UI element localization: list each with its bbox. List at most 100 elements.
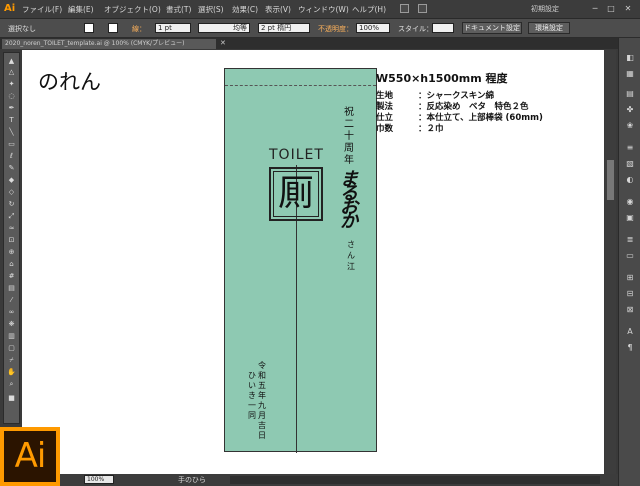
- gradient-tool-icon[interactable]: ▤: [6, 284, 17, 292]
- free-transform-tool-icon[interactable]: ⊡: [6, 236, 17, 244]
- close-window-button[interactable]: ✕: [622, 3, 634, 14]
- align-panel-icon[interactable]: ⊞: [625, 274, 635, 282]
- stroke-weight-field[interactable]: 1 pt: [155, 23, 191, 33]
- pathfinder-panel-icon[interactable]: ⊟: [625, 290, 635, 298]
- slice-tool-icon[interactable]: ⌿: [6, 356, 17, 364]
- noren-banner[interactable]: 祝二十周年 TOILET 厠 まるおか さん江 令和五年九月吉日 ひいき一同: [224, 68, 377, 453]
- maximize-button[interactable]: □: [605, 3, 617, 14]
- pencil-tool-icon[interactable]: ✎: [6, 164, 17, 172]
- close-tab-icon[interactable]: ✕: [220, 39, 226, 47]
- menu-object[interactable]: オブジェクト(O): [104, 4, 161, 15]
- color-guide-panel-icon[interactable]: ▦: [625, 70, 635, 78]
- menu-effect[interactable]: 効果(C): [232, 4, 258, 15]
- transform-panel-icon[interactable]: ⊠: [625, 306, 635, 314]
- width-tool-icon[interactable]: ≈: [6, 224, 17, 232]
- appearance-panel-icon[interactable]: ◉: [625, 198, 635, 206]
- app-badge: Ai: [0, 427, 60, 486]
- current-tool-status[interactable]: 手のひら: [178, 475, 206, 485]
- fill-swatch[interactable]: [84, 23, 94, 33]
- recipient-text: さん江: [347, 240, 355, 271]
- kanji-frame: 厠: [269, 167, 323, 221]
- document-tab[interactable]: 2020_noren_TOILET_template.ai @ 100% (CM…: [2, 39, 216, 49]
- selection-tool-icon[interactable]: ▲: [6, 57, 17, 65]
- brush-definition[interactable]: 2 pt 楕円: [258, 23, 310, 33]
- brushes-panel-icon[interactable]: ✤: [625, 106, 635, 114]
- arrange-documents-icon[interactable]: [418, 4, 427, 13]
- layers-panel-icon[interactable]: ≣: [625, 236, 635, 244]
- variable-width-profile[interactable]: 均等: [198, 23, 250, 33]
- menu-help[interactable]: ヘルプ(H): [352, 4, 386, 15]
- lasso-tool-icon[interactable]: ◌: [6, 92, 17, 100]
- rectangle-tool-icon[interactable]: ▭: [6, 140, 17, 148]
- eyedropper-tool-icon[interactable]: ⁄: [6, 296, 17, 304]
- stroke-label[interactable]: 線：: [132, 24, 146, 34]
- line-tool-icon[interactable]: ╲: [6, 128, 17, 136]
- opacity-label[interactable]: 不透明度：: [318, 24, 353, 34]
- rotate-tool-icon[interactable]: ↻: [6, 200, 17, 208]
- blob-brush-tool-icon[interactable]: ◆: [6, 176, 17, 184]
- menu-file[interactable]: ファイル(F): [22, 4, 62, 15]
- gradient-panel-icon[interactable]: ▧: [625, 160, 635, 168]
- spec-value: ：２巾: [418, 124, 444, 134]
- artboards-panel-icon[interactable]: ▭: [625, 252, 635, 260]
- bridge-icon[interactable]: [400, 4, 409, 13]
- perspective-grid-tool-icon[interactable]: ⌂: [6, 260, 17, 268]
- spec-row: 生地 ：シャークスキン綿: [376, 89, 596, 101]
- hand-tool-icon[interactable]: ✋: [6, 368, 17, 376]
- symbol-sprayer-tool-icon[interactable]: ❋: [6, 320, 17, 328]
- magic-wand-tool-icon[interactable]: ✦: [6, 80, 17, 88]
- document-tab-bar: 2020_noren_TOILET_template.ai @ 100% (CM…: [0, 38, 620, 49]
- stroke-swatch[interactable]: [108, 23, 118, 33]
- swatches-panel-icon[interactable]: ▤: [625, 90, 635, 98]
- paragraph-panel-icon[interactable]: ¶: [625, 344, 635, 352]
- menu-view[interactable]: 表示(V): [265, 4, 291, 15]
- opacity-field[interactable]: 100%: [356, 23, 390, 33]
- app-badge-logo: Ai: [4, 431, 56, 482]
- artboard-title: のれん: [38, 70, 101, 94]
- workspace-switcher[interactable]: 初期設定: [531, 4, 587, 14]
- color-panel-icon[interactable]: ◧: [625, 54, 635, 62]
- eraser-tool-icon[interactable]: ◇: [6, 188, 17, 196]
- menu-edit[interactable]: 編集(E): [68, 4, 94, 15]
- column-graph-tool-icon[interactable]: ▥: [6, 332, 17, 340]
- spec-row: 巾数 ：２巾: [376, 122, 596, 134]
- document-setup-button[interactable]: ドキュメント設定: [462, 22, 522, 34]
- zoom-tool-icon[interactable]: ⌕: [6, 380, 17, 388]
- celebration-text: 祝二十周年: [344, 107, 354, 166]
- spec-row: 仕立 ：本仕立て、上部棒袋 (60mm): [376, 111, 596, 123]
- vertical-scroll-thumb[interactable]: [607, 160, 614, 200]
- menu-window[interactable]: ウィンドウ(W): [298, 4, 349, 15]
- scale-tool-icon[interactable]: ⤢: [6, 212, 17, 220]
- mesh-tool-icon[interactable]: #: [6, 272, 17, 280]
- blend-tool-icon[interactable]: ∞: [6, 308, 17, 316]
- horizontal-scrollbar[interactable]: [230, 476, 600, 484]
- stroke-panel-icon[interactable]: ≡: [625, 144, 635, 152]
- spec-size: W550×h1500mm 程度: [376, 72, 508, 85]
- paintbrush-tool-icon[interactable]: ℓ: [6, 152, 17, 160]
- shape-builder-tool-icon[interactable]: ⊕: [6, 248, 17, 256]
- vertical-scrollbar[interactable]: [605, 50, 616, 474]
- pen-tool-icon[interactable]: ✒: [6, 104, 17, 112]
- preferences-button[interactable]: 環境設定: [528, 22, 570, 34]
- menu-type[interactable]: 書式(T): [166, 4, 191, 15]
- graphic-styles-panel-icon[interactable]: ▣: [625, 214, 635, 222]
- shop-name-logo: まるおか: [340, 169, 358, 232]
- spec-block: W550×h1500mm 程度 生地 ：シャークスキン綿 製法 ：反応染め ベタ…: [376, 70, 596, 134]
- zoom-level-field[interactable]: 100%: [84, 475, 114, 484]
- direct-selection-tool-icon[interactable]: △: [6, 68, 17, 76]
- menu-bar: Ai ファイル(F) 編集(E) オブジェクト(O) 書式(T) 選択(S) 効…: [0, 0, 640, 19]
- style-label: スタイル：: [398, 25, 433, 33]
- minimize-button[interactable]: ─: [589, 3, 601, 14]
- date-text: 令和五年九月吉日: [258, 361, 266, 440]
- symbols-panel-icon[interactable]: ❀: [625, 122, 635, 130]
- menu-select[interactable]: 選択(S): [198, 4, 224, 15]
- character-panel-icon[interactable]: A: [625, 328, 635, 336]
- graphic-style-picker[interactable]: [432, 23, 454, 33]
- toilet-label: TOILET: [269, 147, 324, 163]
- type-tool-icon[interactable]: T: [6, 116, 17, 124]
- artboard-tool-icon[interactable]: ▢: [6, 344, 17, 352]
- fill-stroke-icon[interactable]: ■: [6, 394, 17, 402]
- transparency-panel-icon[interactable]: ◐: [625, 176, 635, 184]
- artboard-canvas[interactable]: のれん 祝二十周年 TOILET 厠 まるおか さん江 令和五年九月吉日 ひいき…: [22, 50, 604, 474]
- tools-panel: ▲ △ ✦ ◌ ✒ T ╲ ▭ ℓ ✎ ◆ ◇ ↻ ⤢ ≈ ⊡ ⊕ ⌂ # ▤ …: [3, 52, 20, 424]
